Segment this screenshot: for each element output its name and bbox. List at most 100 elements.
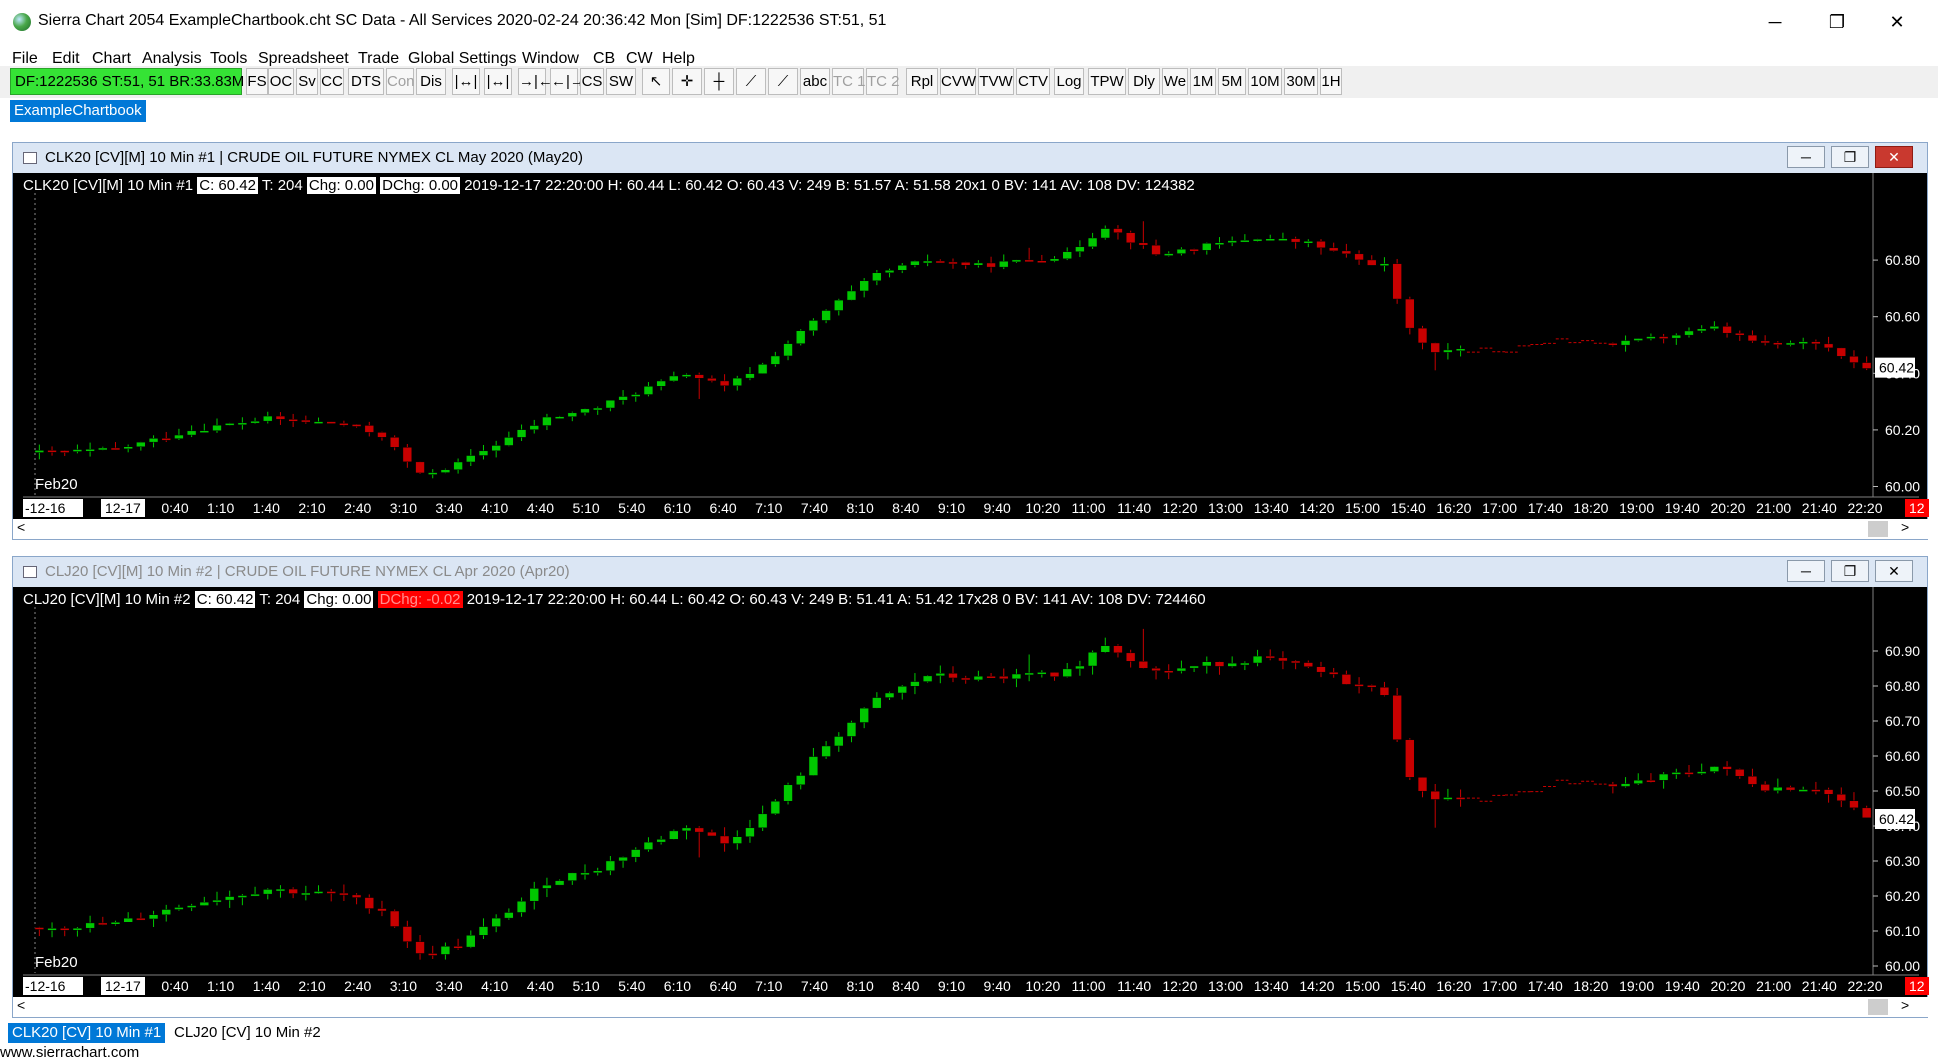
toolbar-button-18[interactable]: abc bbox=[800, 68, 830, 95]
time-tick-label: 18:20 bbox=[1573, 500, 1608, 516]
sheet-tab-1[interactable]: CLK20 [CV] 10 Min #1 bbox=[8, 1023, 166, 1043]
toolbar-button-26[interactable]: TPW bbox=[1088, 68, 1126, 95]
toolbar-button-32[interactable]: 30M bbox=[1284, 68, 1318, 95]
candle-body bbox=[707, 831, 717, 837]
chart-window-title-bar[interactable]: CLJ20 [CV][M] 10 Min #2 | CRUDE OIL FUTU… bbox=[13, 557, 1927, 587]
chart-horizontal-scrollbar[interactable]: < > bbox=[13, 519, 1929, 539]
price-chart-svg[interactable]: 60.0060.2060.4060.6060.8060.42Feb20-12-1… bbox=[13, 173, 1929, 519]
toolbar-button-15[interactable]: ┼ bbox=[704, 68, 734, 95]
time-tick-label: 19:40 bbox=[1665, 500, 1700, 516]
candle-body bbox=[237, 895, 248, 898]
toolbar-button-2[interactable]: Sv bbox=[296, 68, 318, 95]
scroll-left-arrow-icon[interactable]: < bbox=[17, 519, 25, 535]
candle-body bbox=[669, 830, 679, 840]
toolbar-button-19[interactable]: TC 1 bbox=[832, 68, 866, 95]
candle-body bbox=[1164, 253, 1174, 256]
time-tick-label: 9:10 bbox=[938, 500, 965, 516]
toolbar-button-16[interactable]: ⟋ bbox=[736, 68, 766, 95]
sierra-chart-logo-icon bbox=[13, 13, 31, 31]
time-tick-label: 1:10 bbox=[207, 978, 234, 994]
candle-body bbox=[1087, 652, 1098, 667]
price-chart-svg[interactable]: 60.0060.1060.2060.3060.4060.5060.6060.70… bbox=[13, 587, 1929, 997]
toolbar-button-14[interactable]: ✛ bbox=[672, 68, 702, 95]
toolbar-button-5[interactable]: Con bbox=[386, 68, 415, 95]
toolbar-button-24[interactable]: CTV bbox=[1016, 68, 1050, 95]
toolbar-button-12[interactable]: SW bbox=[606, 68, 636, 95]
toolbar-button-10[interactable]: ←|→ bbox=[550, 68, 585, 95]
toolbar-button-1[interactable]: OC bbox=[268, 68, 294, 95]
toolbar-button-21[interactable]: Rpl bbox=[906, 68, 938, 95]
candle-body bbox=[263, 415, 273, 422]
candle-body bbox=[834, 299, 844, 311]
time-tick-label: 1:10 bbox=[207, 500, 234, 516]
toolbar-button-31[interactable]: 10M bbox=[1248, 68, 1282, 95]
toolbar-button-23[interactable]: TVW bbox=[978, 68, 1014, 95]
scroll-right-arrow-icon[interactable]: > bbox=[1901, 519, 1909, 535]
restore-button[interactable]: ❐ bbox=[1814, 6, 1860, 38]
candle-body bbox=[1684, 772, 1694, 775]
candle-body bbox=[1125, 652, 1136, 662]
toolbar-button-30[interactable]: 5M bbox=[1218, 68, 1246, 95]
toolbar-button-4[interactable]: DTS bbox=[348, 68, 384, 95]
candle-body bbox=[542, 416, 552, 426]
candle-body bbox=[377, 908, 387, 912]
toolbar-button-13[interactable]: ↖ bbox=[642, 68, 670, 95]
candle-body bbox=[757, 813, 768, 829]
chart-maximize-button[interactable]: ❐ bbox=[1831, 146, 1869, 168]
candle-body bbox=[136, 441, 146, 447]
chart-plot-area[interactable]: 60.0060.2060.4060.6060.8060.42Feb20-12-1… bbox=[13, 173, 1929, 541]
chart-minimize-button[interactable]: ─ bbox=[1787, 560, 1825, 582]
chart-minimize-button[interactable]: ─ bbox=[1787, 146, 1825, 168]
toolbar-button-7[interactable]: |↔| bbox=[452, 68, 480, 95]
candle-body bbox=[174, 434, 184, 439]
candle-body bbox=[237, 422, 248, 426]
candle-body bbox=[224, 423, 235, 426]
candle-body bbox=[542, 884, 552, 889]
candle-body bbox=[884, 270, 895, 274]
chart-close-button[interactable]: ✕ bbox=[1875, 146, 1913, 168]
candle-body bbox=[440, 469, 451, 473]
chartbook-tab-strip: ExampleChartbook bbox=[0, 98, 1938, 124]
minimize-button[interactable]: ─ bbox=[1752, 6, 1798, 38]
candle-body bbox=[1214, 242, 1225, 245]
toolbar-button-25[interactable]: Log bbox=[1054, 68, 1084, 95]
chart-window-2[interactable]: CLJ20 [CV][M] 10 Min #2 | CRUDE OIL FUTU… bbox=[12, 556, 1929, 1019]
candle-body bbox=[1671, 334, 1682, 339]
toolbar-button-22[interactable]: CVW bbox=[940, 68, 976, 95]
chart-horizontal-scrollbar[interactable]: < > bbox=[13, 997, 1929, 1017]
toolbar-button-33[interactable]: 1H bbox=[1320, 68, 1342, 95]
chart-maximize-button[interactable]: ❐ bbox=[1831, 560, 1869, 582]
candle-body bbox=[389, 437, 400, 448]
toolbar-button-6[interactable]: Dis bbox=[416, 68, 446, 95]
toolbar-button-0[interactable]: FS bbox=[246, 68, 268, 95]
sheet-tab-2[interactable]: CLJ20 [CV] 10 Min #2 bbox=[170, 1023, 325, 1043]
candle-body bbox=[1671, 772, 1682, 775]
candle-body bbox=[326, 421, 336, 424]
chartbook-tab[interactable]: ExampleChartbook bbox=[10, 100, 146, 122]
toolbar-button-8[interactable]: |↔| bbox=[484, 68, 512, 95]
time-tick-label: 6:40 bbox=[709, 500, 736, 516]
scroll-right-arrow-icon[interactable]: > bbox=[1901, 997, 1909, 1013]
candle-body bbox=[1214, 661, 1225, 667]
scroll-left-arrow-icon[interactable]: < bbox=[17, 997, 25, 1013]
candle-body bbox=[351, 894, 362, 898]
scroll-thumb[interactable] bbox=[1868, 521, 1888, 537]
toolbar-button-11[interactable]: CS bbox=[580, 68, 604, 95]
chart-close-button[interactable]: ✕ bbox=[1875, 560, 1913, 582]
toolbar-button-17[interactable]: ⟋ bbox=[768, 68, 798, 95]
chart-window-title-bar[interactable]: CLK20 [CV][M] 10 Min #1 | CRUDE OIL FUTU… bbox=[13, 143, 1927, 173]
candle-body bbox=[808, 756, 819, 776]
toolbar-button-9[interactable]: →|← bbox=[518, 68, 553, 95]
toolbar-button-20[interactable]: TC 2 bbox=[866, 68, 900, 95]
candle-body bbox=[1443, 797, 1453, 800]
time-tick-label: 9:10 bbox=[938, 978, 965, 994]
chart-window-1[interactable]: CLK20 [CV][M] 10 Min #1 | CRUDE OIL FUTU… bbox=[12, 142, 1929, 541]
scroll-thumb[interactable] bbox=[1868, 999, 1888, 1015]
close-button[interactable]: ✕ bbox=[1874, 6, 1920, 38]
toolbar-button-27[interactable]: Dly bbox=[1128, 68, 1160, 95]
chart-plot-area[interactable]: 60.0060.1060.2060.3060.4060.5060.6060.70… bbox=[13, 587, 1929, 1019]
toolbar-button-29[interactable]: 1M bbox=[1190, 68, 1216, 95]
toolbar-button-28[interactable]: We bbox=[1162, 68, 1188, 95]
toolbar-button-3[interactable]: CC bbox=[320, 68, 344, 95]
candle-body bbox=[161, 438, 171, 441]
